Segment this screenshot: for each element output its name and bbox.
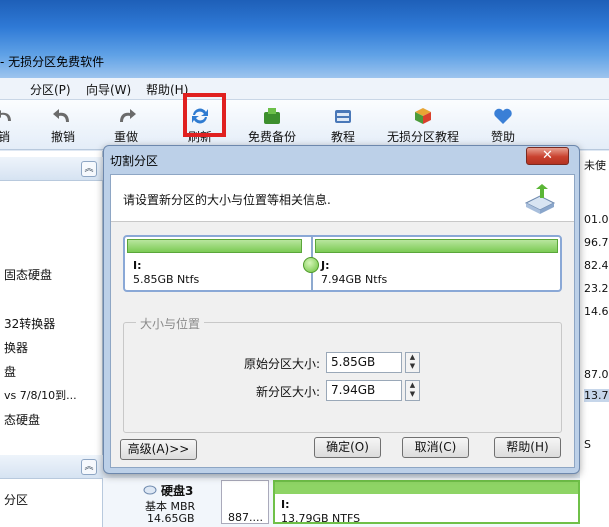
dialog-title: 切割分区 [110,154,159,168]
right-partition-size: 7.94GB Ntfs [321,273,388,286]
info-header: 请设置新分区的大小与位置等相关信息. [111,175,574,222]
partition-split-bar: I: 5.85GB Ntfs J: 7.94GB Ntfs [123,235,562,292]
original-size-spinner[interactable]: ▲ ▼ [405,352,420,373]
undo-button[interactable]: 撤销 [45,100,81,150]
highlight-box [183,93,226,137]
left-partition-size: 5.85GB Ntfs [133,273,200,286]
list-item[interactable]: 32转换器 [4,315,55,332]
dialog-body: 请设置新分区的大小与位置等相关信息. I: 5.85GB Ntfs J: 7.9… [110,174,575,468]
value-cell: 96.79 [584,236,609,249]
menu-wizard[interactable]: 向导(W) [86,81,131,98]
list-item[interactable]: 盘 [4,363,16,380]
redo-button[interactable]: 重做 [108,100,144,150]
toolbar-button-undo-partial[interactable]: 撤销 [0,100,20,150]
title-bar: - 无损分区免费软件 [0,0,609,78]
undo-icon [53,109,69,122]
disk-icon [143,485,157,495]
original-size-label: 原始分区大小: [243,357,320,371]
window-title: - 无损分区免费软件 [0,55,105,69]
tutorial-icon [335,110,351,123]
left-panel-header: ︽ [0,455,103,479]
partition-tutorial-button[interactable]: 无损分区教程 [384,100,462,150]
value-cell: 14.60 [584,305,609,318]
new-size-label: 新分区大小: [255,385,320,399]
list-item[interactable]: 固态硬盘 [4,266,52,283]
list-item[interactable]: vs 7/8/10到... [4,387,77,403]
close-button[interactable]: ✕ [526,147,569,165]
split-partition-icon [524,184,556,214]
partition-block[interactable]: I: 13.79GB NTFS [273,480,580,525]
redo-icon [120,109,136,122]
heart-icon [494,108,512,124]
list-item[interactable]: 态硬盘 [4,411,40,428]
partition-bar [275,482,578,494]
right-partition-bar [315,239,558,253]
spin-down-icon[interactable]: ▼ [406,390,419,399]
original-size-field[interactable]: 5.85GB [326,352,402,373]
tutorial-button[interactable]: 教程 [325,100,361,150]
spin-up-icon[interactable]: ▲ [406,381,419,390]
unallocated-block[interactable]: 887.... [221,480,269,524]
collapse-chevron-icon[interactable]: ︽ [81,459,97,475]
value-cell: 82.49 [584,259,609,272]
help-button[interactable]: 帮助(H) [494,437,561,458]
cancel-button[interactable]: 取消(C) [402,437,469,458]
spin-down-icon[interactable]: ▼ [406,362,419,371]
group-title: 大小与位置 [136,315,205,332]
free-backup-button[interactable]: 免费备份 [244,100,300,150]
value-cell: 13.72 [584,389,609,402]
disk-map: 硬盘3 基本 MBR 14.65GB 887.... I: 13.79GB NT… [103,478,580,527]
column-header: 未使 [584,159,606,172]
left-partition-name: I: [133,259,142,272]
right-panel: 未使 01.00 96.79 82.49 23.26 14.60 87.00 1… [580,151,609,527]
right-partition-name: J: [321,259,330,272]
toolbar: 撤销 撤销 重做 刷新 免费备份 教程 无损分区教程 赞助 [0,100,609,150]
size-position-group: 大小与位置 原始分区大小: 5.85GB ▲ ▼ 新分区大小: 7.94GB ▲ ▼ [123,315,562,433]
left-panel-header: ︽ [0,157,103,181]
menu-bar: 分区(P) 向导(W) 帮助(H) [0,78,609,100]
left-panel: ︽ 固态硬盘 32转换器 换器 盘 vs 7/8/10到... 态硬盘 ︽ 分区 [0,151,103,527]
sponsor-button[interactable]: 赞助 [485,100,521,150]
backup-icon [264,108,280,124]
collapse-chevron-icon[interactable]: ︽ [81,161,97,177]
value-cell: 01.00 [584,213,609,226]
split-partition-dialog: 切割分区 ✕ 请设置新分区的大小与位置等相关信息. I: 5.85GB Ntfs… [103,145,580,474]
value-cell: S [584,438,591,451]
ok-button[interactable]: 确定(O) [314,437,381,458]
spin-up-icon[interactable]: ▲ [406,353,419,362]
advanced-button[interactable]: 高级(A)>> [120,439,197,460]
new-size-field[interactable]: 7.94GB [326,380,402,401]
value-cell: 23.26 [584,282,609,295]
menu-partition[interactable]: 分区(P) [30,81,71,98]
info-text: 请设置新分区的大小与位置等相关信息. [123,193,331,207]
new-size-spinner[interactable]: ▲ ▼ [405,380,420,401]
list-item[interactable]: 分区 [4,491,28,508]
undo-icon [0,110,11,121]
value-cell: 87.00 [584,368,609,381]
partition-tutorial-icon [415,108,431,124]
disk-name: 硬盘3 [161,484,194,498]
split-drag-handle[interactable] [303,257,319,273]
disk-size: 14.65GB [147,512,195,525]
list-item[interactable]: 换器 [4,339,28,356]
left-partition-bar [127,239,302,253]
